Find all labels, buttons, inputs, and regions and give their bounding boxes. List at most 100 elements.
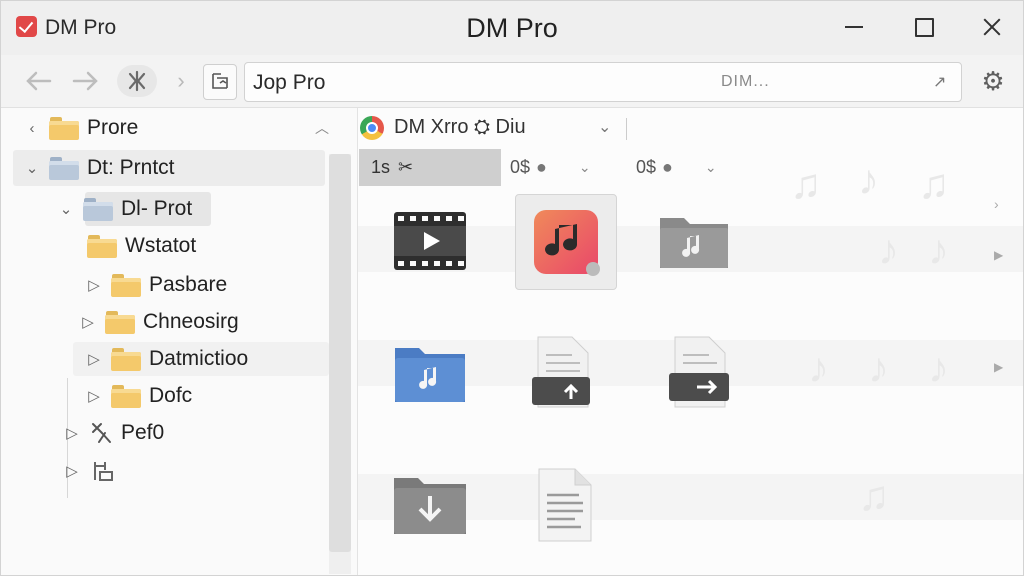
tree-item-dl-prot[interactable]: ⌄ Dl- Prot: [57, 192, 192, 226]
minimize-icon: [845, 26, 863, 28]
open-external-icon[interactable]: ↗: [933, 72, 946, 92]
address-input[interactable]: Jop Pro: [253, 71, 325, 95]
text-document-icon: [538, 468, 592, 542]
video-clapper-icon: [394, 212, 466, 270]
collapse-chevron-icon[interactable]: ‹: [23, 120, 41, 137]
file-tile-blue-music-folder[interactable]: [380, 326, 480, 420]
close-button[interactable]: [969, 7, 1015, 47]
settings-button[interactable]: ⚙: [979, 65, 1007, 96]
expand-triangle-icon[interactable]: ▷: [63, 424, 81, 442]
tree-item-dofc[interactable]: ▷ Dofc: [85, 379, 192, 413]
tree-item-prore[interactable]: ‹ Prore: [23, 111, 138, 145]
comment-icon: ●: [536, 157, 547, 177]
tree-scrollbar-thumb[interactable]: [329, 154, 351, 552]
header-divider: [626, 118, 627, 140]
minimize-button[interactable]: [831, 7, 877, 47]
expand-triangle-icon[interactable]: ▷: [85, 387, 103, 405]
title-bar: DM Pro DM Pro: [1, 1, 1023, 55]
tree-item-dt-prntct[interactable]: ⌄ Dt: Prntct: [23, 151, 175, 185]
music-folder-icon: [660, 218, 728, 268]
tool-icon: ✂: [398, 157, 414, 177]
tree-item-label: Chneosirg: [143, 310, 239, 333]
location-button[interactable]: [203, 64, 237, 100]
file-tile-text-doc[interactable]: [515, 458, 615, 552]
file-tile-move-doc[interactable]: [652, 326, 752, 420]
row-expand-chevron-icon[interactable]: ›: [994, 196, 999, 212]
folder-icon: [49, 157, 79, 180]
content-header: DM Xrro ⛭ Diu ⌄: [358, 108, 1023, 148]
expand-triangle-icon[interactable]: ▷: [63, 462, 81, 480]
gear-icon: ⚙: [981, 65, 1005, 96]
chevron-down-icon[interactable]: ⌄: [598, 117, 611, 137]
content-title: DM Xrro ⛭ Diu: [394, 116, 526, 138]
toolbar: › Jop Pro DIM... ↗ ⚙: [1, 55, 1023, 108]
tree-item-label: Prore: [87, 116, 139, 139]
browser-icon: [360, 116, 384, 140]
column-header-size[interactable]: 1s ✂: [359, 149, 501, 186]
forward-button[interactable]: [69, 67, 103, 95]
tree-item-wstatot[interactable]: Wstatot: [79, 229, 196, 263]
column-header-date[interactable]: 0$ ● ⌄: [510, 149, 591, 186]
tree-item-chneosirg[interactable]: ▷ Chneosirg: [79, 305, 239, 339]
faded-music-icon: ♪: [878, 226, 899, 273]
tree-item-pef0[interactable]: ▷ Pef0: [63, 416, 164, 450]
column-header-label: 1s: [371, 157, 391, 177]
column-header-label: 0$: [510, 157, 531, 177]
comment-icon: ●: [662, 157, 673, 177]
sort-chevron-icon[interactable]: ︿: [315, 118, 329, 138]
folder-icon: [83, 198, 113, 221]
faded-music-icon: ♪: [868, 344, 889, 391]
file-tile-upload-doc[interactable]: [515, 326, 615, 420]
row-expand-triangle-icon[interactable]: ▶: [994, 360, 1003, 374]
copy-path-icon: [212, 73, 228, 89]
file-tile-music-app[interactable]: [515, 194, 617, 290]
nav-chevron-button[interactable]: ›: [169, 67, 193, 95]
faded-music-icon: ♪: [928, 344, 949, 391]
faded-music-icon: ♪: [808, 344, 829, 391]
tree-item-unnamed[interactable]: ▷: [63, 454, 125, 488]
document-upload-icon: [532, 336, 590, 408]
file-tile-music-folder[interactable]: [644, 194, 744, 288]
tree-item-label: Pef0: [121, 421, 165, 444]
folder-tree: ‹ Prore ︿ ⌄ Dt: Prntct ⌄ Dl- Prot Wstato…: [1, 108, 358, 575]
expand-triangle-icon[interactable]: ▷: [85, 276, 103, 294]
folder-icon: [105, 311, 135, 334]
maximize-button[interactable]: [901, 7, 947, 47]
app-window: DM Pro DM Pro › Jop Pro DIM... ↗ ⚙ ‹ Pro…: [0, 0, 1024, 576]
maximize-icon: [914, 17, 934, 37]
tree-item-label: Dt: Prntct: [87, 156, 175, 179]
tools-button[interactable]: [117, 65, 157, 97]
column-header-bar: 1s ✂ 0$ ● ⌄ 0$ ● ⌄: [358, 149, 1023, 186]
file-tile-downloads[interactable]: [380, 458, 480, 552]
tree-item-datmictioo[interactable]: ▷ Datmictioo: [85, 342, 248, 376]
address-bar[interactable]: Jop Pro DIM... ↗: [244, 62, 962, 102]
tree-item-label: Dl- Prot: [121, 197, 193, 220]
arrow-left-icon: [26, 71, 52, 91]
folder-icon: [87, 235, 117, 258]
chevron-down-icon: ⌄: [704, 159, 717, 175]
faded-music-icon: ♪: [928, 226, 949, 273]
folder-icon: [111, 385, 141, 408]
music-app-icon: [534, 210, 600, 276]
expand-triangle-icon[interactable]: ▷: [79, 313, 97, 331]
column-header-type[interactable]: 0$ ● ⌄: [636, 149, 717, 186]
tree-item-label: Pasbare: [149, 273, 228, 296]
row-expand-triangle-icon[interactable]: ▶: [994, 248, 1003, 262]
tree-item-pasbare[interactable]: ▷ Pasbare: [85, 268, 227, 302]
address-hint: DIM...: [721, 73, 770, 90]
folder-icon: [111, 348, 141, 371]
content-pane: DM Xrro ⛭ Diu ⌄ ♫ ♪ ♫ ♪ ♪ ♪ ♪ ♪ ♫ 1s ✂ 0…: [358, 108, 1023, 575]
expand-triangle-icon[interactable]: ▷: [85, 350, 103, 368]
faded-music-icon: ♫: [858, 472, 890, 519]
file-tile-video[interactable]: [380, 194, 480, 288]
chevron-down-icon: ⌄: [578, 159, 591, 175]
download-folder-icon: [394, 478, 466, 534]
arrow-right-icon: [72, 71, 98, 91]
tree-item-label: Dofc: [149, 384, 193, 407]
close-icon: [982, 17, 1002, 37]
back-button[interactable]: [21, 67, 55, 95]
folder-icon: [49, 117, 79, 140]
expand-chevron-icon[interactable]: ⌄: [57, 200, 75, 218]
network-tools-icon: [94, 462, 113, 481]
expand-chevron-icon[interactable]: ⌄: [23, 159, 41, 177]
